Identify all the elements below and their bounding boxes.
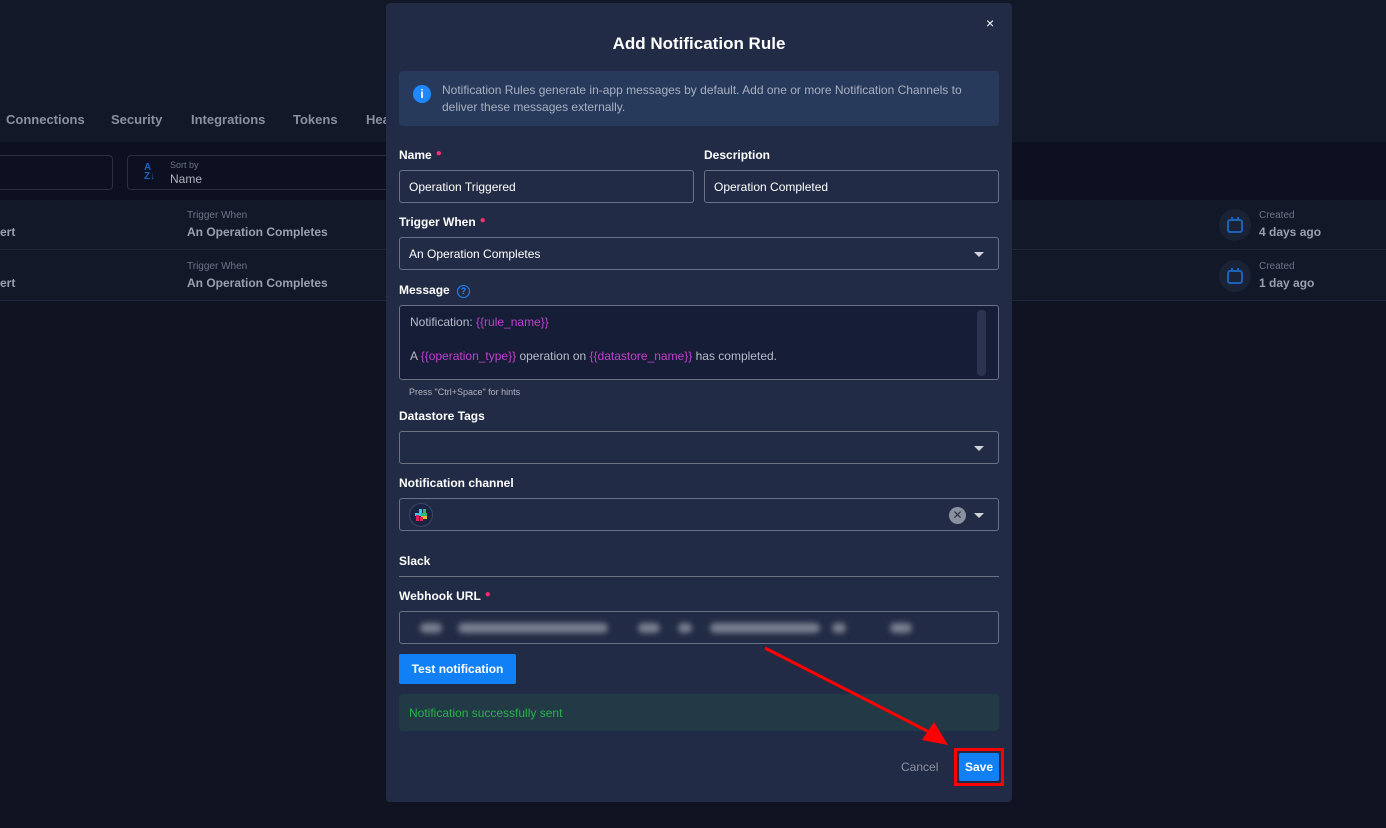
annotation-arrow [764, 646, 948, 745]
